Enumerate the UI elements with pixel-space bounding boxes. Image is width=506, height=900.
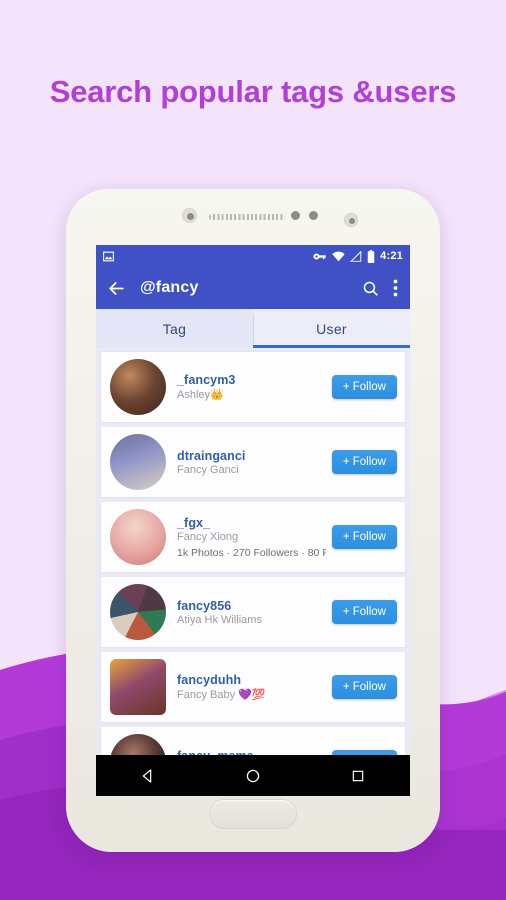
- fullname: Ashley👑: [177, 389, 224, 401]
- follow-button[interactable]: + Follow: [331, 375, 397, 399]
- page-title: Search popular tags &users: [49, 74, 457, 109]
- follow-button[interactable]: + Follow: [331, 675, 397, 699]
- user-meta: dtrainganci Fancy Ganci: [166, 449, 332, 476]
- light-sensor-icon: [309, 211, 318, 220]
- more-vert-icon[interactable]: [393, 279, 398, 297]
- table-row[interactable]: fancyduhh Fancy Baby 💜💯 + Follow: [100, 652, 406, 723]
- table-row[interactable]: dtrainganci Fancy Ganci + Follow: [100, 427, 406, 498]
- arrow-back-icon[interactable]: [107, 279, 126, 298]
- username: dtrainganci: [177, 448, 246, 463]
- phone-mockup: 4:21 @fancy Tag User _fancym3 Ashley👑 + …: [66, 189, 440, 852]
- user-meta: _fgx_ Fancy Xiong 1k Photos · 270 Follow…: [166, 516, 332, 559]
- user-meta: fancy856 Atiya Hk Williams: [166, 599, 332, 626]
- nav-home-icon[interactable]: [223, 755, 283, 796]
- table-row[interactable]: _fancym3 Ashley👑 + Follow: [100, 351, 406, 423]
- avatar: [110, 659, 166, 715]
- username: fancy856: [177, 598, 232, 613]
- earpiece-speaker: [209, 214, 285, 220]
- front-camera-icon: [182, 208, 197, 223]
- tab-bar: Tag User: [96, 309, 410, 348]
- battery-icon: [367, 249, 375, 263]
- status-bar: 4:21: [96, 245, 410, 267]
- user-stats: 1k Photos · 270 Followers · 80 Following: [177, 546, 326, 559]
- secondary-camera-icon: [344, 213, 358, 227]
- wifi-icon: [332, 251, 345, 261]
- tab-user[interactable]: User: [253, 309, 410, 348]
- app-bar-title: @fancy: [140, 279, 199, 296]
- avatar: [110, 584, 166, 640]
- search-icon[interactable]: [362, 280, 379, 297]
- fullname: Atiya Hk Williams: [177, 613, 262, 626]
- tab-tag-label: Tag: [162, 320, 187, 337]
- tab-user-label: User: [316, 320, 347, 337]
- follow-button[interactable]: + Follow: [331, 450, 397, 474]
- tab-tag[interactable]: Tag: [96, 309, 253, 348]
- nav-recents-icon[interactable]: [328, 755, 388, 796]
- physical-home-button[interactable]: [209, 799, 297, 829]
- phone-top-bezel: [66, 189, 440, 245]
- nav-back-icon[interactable]: [118, 755, 178, 796]
- avatar: [110, 359, 166, 415]
- follow-button[interactable]: + Follow: [331, 600, 397, 624]
- vpn-key-icon: [313, 252, 327, 260]
- fullname: Fancy Xiong: [177, 530, 239, 543]
- table-row[interactable]: fancy856 Atiya Hk Williams + Follow: [100, 577, 406, 648]
- image-icon: [103, 251, 114, 261]
- follow-button[interactable]: + Follow: [331, 525, 397, 549]
- android-nav-bar: [96, 755, 410, 796]
- user-results-list: _fancym3 Ashley👑 + Follow dtrainganci Fa…: [96, 351, 410, 796]
- username: _fancym3: [177, 373, 236, 387]
- phone-screen: 4:21 @fancy Tag User _fancym3 Ashley👑 + …: [96, 245, 410, 796]
- user-meta: fancyduhh Fancy Baby 💜💯: [166, 673, 332, 701]
- avatar: [110, 434, 166, 490]
- promo-screenshot: Search popular tags &users 4:21 @fancy T…: [0, 0, 506, 900]
- fullname: Fancy Baby 💜💯: [177, 689, 266, 701]
- username: _fgx_: [177, 515, 211, 530]
- tab-divider: [253, 314, 254, 343]
- app-bar: @fancy: [96, 267, 410, 309]
- user-meta: _fancym3 Ashley👑: [166, 373, 332, 401]
- username: fancyduhh: [177, 673, 242, 687]
- signal-icon: [350, 250, 362, 262]
- avatar: [110, 509, 166, 565]
- proximity-sensor-icon: [291, 211, 300, 220]
- fullname: Fancy Ganci: [177, 463, 239, 476]
- status-bar-clock: 4:21: [380, 250, 403, 262]
- table-row[interactable]: _fgx_ Fancy Xiong 1k Photos · 270 Follow…: [100, 502, 406, 573]
